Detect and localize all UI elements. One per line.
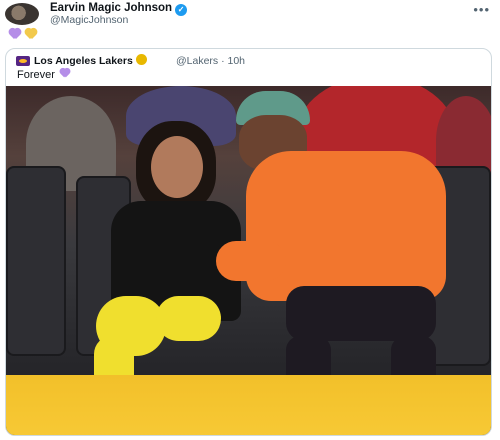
author-avatar[interactable] bbox=[5, 3, 39, 25]
purple-heart-icon bbox=[59, 69, 71, 78]
purple-heart-icon bbox=[8, 29, 22, 40]
quoted-handle-time: @Lakers · 10h bbox=[176, 55, 246, 67]
quoted-tweet[interactable]: Los Angeles Lakers @Lakers · 10h Forever bbox=[5, 48, 492, 436]
person-man bbox=[206, 91, 461, 426]
gold-verified-icon bbox=[135, 54, 147, 65]
quoted-account-name: Los Angeles Lakers bbox=[34, 54, 147, 67]
more-options-icon[interactable]: ••• bbox=[473, 2, 490, 17]
tweet-photo[interactable] bbox=[6, 86, 491, 435]
lakers-logo-icon bbox=[16, 56, 30, 66]
verified-icon: ✓ bbox=[175, 4, 188, 16]
courtside-seat bbox=[6, 166, 66, 356]
tweet: Earvin Magic Johnson ✓ @MagicJohnson ••• … bbox=[0, 0, 500, 440]
author-handle[interactable]: @MagicJohnson bbox=[50, 14, 128, 26]
quoted-text: Forever bbox=[17, 68, 74, 81]
basketball-court-floor bbox=[6, 375, 491, 435]
tweet-text bbox=[8, 29, 40, 43]
yellow-heart-icon bbox=[24, 29, 38, 40]
